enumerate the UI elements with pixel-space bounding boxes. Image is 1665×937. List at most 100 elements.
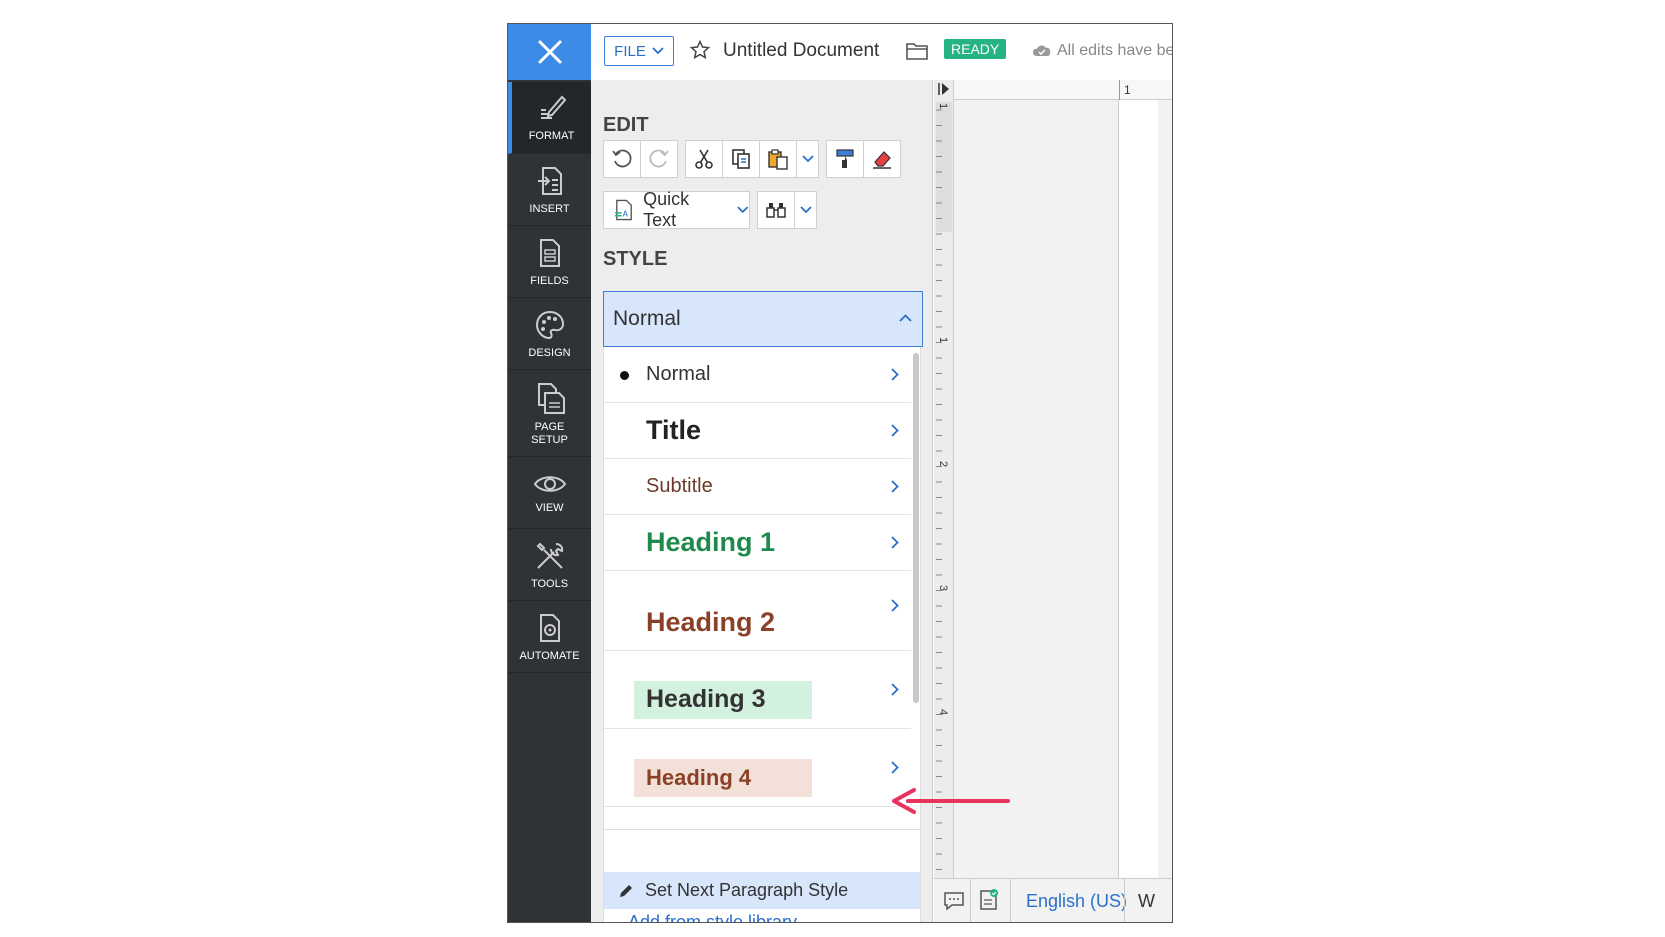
redo-icon bbox=[649, 149, 669, 168]
insert-icon bbox=[537, 166, 562, 195]
find-button[interactable] bbox=[757, 191, 795, 229]
paste-icon bbox=[768, 149, 788, 170]
tools-icon bbox=[536, 542, 563, 569]
sidebar-item-fields[interactable]: FIELDS bbox=[508, 227, 591, 298]
automate-icon bbox=[539, 613, 560, 642]
close-icon bbox=[538, 40, 561, 64]
add-from-style-library-link[interactable]: Add from style library bbox=[628, 912, 797, 922]
quick-text-button[interactable]: A Quick Text bbox=[603, 189, 750, 230]
sidebar: FORMAT INSERT FIELDS DESIGN PAGE SETUP V… bbox=[508, 24, 591, 922]
sidebar-item-label: FIELDS bbox=[530, 274, 569, 287]
horizontal-ruler: 1 bbox=[954, 80, 1172, 100]
word-count-truncated[interactable]: W bbox=[1138, 891, 1155, 912]
style-select-value: Normal bbox=[613, 307, 681, 330]
chevron-right-icon bbox=[891, 480, 899, 493]
ruler-ticks bbox=[936, 109, 942, 870]
sidebar-item-label: VIEW bbox=[535, 501, 564, 514]
app-window: FORMAT INSERT FIELDS DESIGN PAGE SETUP V… bbox=[507, 23, 1173, 923]
paste-options-dropdown[interactable] bbox=[796, 140, 819, 178]
pencil-icon bbox=[620, 884, 632, 897]
sidebar-item-label: PAGE SETUP bbox=[531, 420, 568, 446]
style-item-label: Title bbox=[646, 415, 702, 445]
sidebar-item-label: INSERT bbox=[529, 202, 570, 215]
document-page[interactable] bbox=[1118, 100, 1158, 878]
style-item-title[interactable]: Title bbox=[604, 403, 911, 459]
style-item-normal[interactable]: Normal bbox=[604, 347, 911, 403]
find-options-dropdown[interactable] bbox=[794, 191, 817, 229]
sidebar-item-automate[interactable]: AUTOMATE bbox=[508, 602, 591, 673]
annotation-arrow bbox=[892, 788, 1010, 814]
style-item-label: Normal bbox=[646, 363, 711, 385]
cut-button[interactable] bbox=[685, 140, 723, 178]
chevron-down-icon bbox=[801, 155, 814, 163]
document-canvas[interactable] bbox=[954, 100, 1172, 878]
document-title[interactable]: Untitled Document bbox=[723, 40, 879, 62]
vertical-ruler: 1 1 2 3 4 bbox=[934, 80, 954, 880]
eye-icon bbox=[533, 475, 566, 492]
sidebar-item-design[interactable]: DESIGN bbox=[508, 299, 591, 370]
style-select[interactable]: Normal bbox=[603, 291, 923, 347]
style-item-heading-1[interactable]: Heading 1 bbox=[604, 515, 911, 571]
style-item-label: Heading 2 bbox=[646, 607, 776, 637]
svg-text:A: A bbox=[623, 210, 629, 219]
format-panel: EDIT A Quick Text STYLE Normal Normal Ti… bbox=[591, 80, 933, 922]
save-status: All edits have be bbox=[1057, 42, 1173, 59]
sidebar-item-format[interactable]: FORMAT bbox=[508, 82, 591, 154]
sidebar-item-insert[interactable]: INSERT bbox=[508, 155, 591, 226]
style-item-label: Heading 3 bbox=[646, 685, 766, 713]
style-list-scrollbar[interactable] bbox=[913, 353, 919, 703]
sidebar-item-tools[interactable]: TOOLS bbox=[508, 530, 591, 601]
chevron-down-icon bbox=[652, 47, 664, 55]
set-next-paragraph-style-label: Set Next Paragraph Style bbox=[645, 880, 849, 900]
paste-button[interactable] bbox=[759, 140, 797, 178]
chevron-right-icon bbox=[891, 683, 899, 696]
chevron-right-icon bbox=[891, 761, 899, 774]
chevron-down-icon bbox=[737, 206, 749, 214]
style-item-label: Heading 4 bbox=[646, 765, 752, 790]
binoculars-icon bbox=[766, 203, 786, 218]
scissors-icon bbox=[695, 149, 713, 169]
sidebar-item-view[interactable]: VIEW bbox=[508, 458, 591, 529]
style-item-heading-4[interactable]: Heading 4 bbox=[604, 729, 911, 807]
style-item-heading-2[interactable]: Heading 2 bbox=[604, 571, 911, 651]
chevron-right-icon bbox=[891, 424, 899, 437]
sidebar-item-label: AUTOMATE bbox=[519, 649, 580, 662]
status-bar: English (US) W bbox=[934, 878, 1172, 922]
ruler-tick bbox=[1119, 80, 1120, 100]
style-item-heading-3[interactable]: Heading 3 bbox=[604, 651, 911, 729]
divider bbox=[604, 829, 920, 830]
clear-formatting-button[interactable] bbox=[863, 140, 901, 178]
chevron-up-icon bbox=[899, 314, 912, 322]
selected-dot-icon bbox=[620, 371, 629, 380]
fields-icon bbox=[539, 238, 560, 267]
top-bar: FILE Untitled Document READY All edits h… bbox=[591, 24, 1172, 80]
language-selector[interactable]: English (US) bbox=[1026, 891, 1127, 912]
ruler-mark: 1 bbox=[1124, 83, 1131, 97]
copy-button[interactable] bbox=[722, 140, 760, 178]
paint-roller-icon bbox=[836, 149, 854, 168]
close-button[interactable] bbox=[508, 24, 591, 80]
folder-icon[interactable] bbox=[905, 41, 929, 61]
sidebar-item-page-setup[interactable]: PAGE SETUP bbox=[508, 371, 591, 457]
comment-icon[interactable] bbox=[942, 890, 966, 912]
cloud-check-icon bbox=[1033, 45, 1051, 56]
chevron-right-icon bbox=[891, 536, 899, 549]
quick-text-label: Quick Text bbox=[643, 189, 690, 230]
sidebar-item-label: FORMAT bbox=[528, 130, 575, 142]
edit-section-title: EDIT bbox=[603, 114, 649, 136]
file-menu-button[interactable]: FILE bbox=[604, 36, 674, 66]
style-item-subtitle[interactable]: Subtitle bbox=[604, 459, 911, 515]
star-icon[interactable] bbox=[690, 40, 710, 60]
quick-text-icon: A bbox=[614, 199, 632, 221]
format-icon bbox=[540, 95, 566, 119]
format-painter-button[interactable] bbox=[826, 140, 864, 178]
spellcheck-icon[interactable] bbox=[978, 888, 1000, 912]
page-setup-icon bbox=[537, 382, 565, 414]
copy-icon bbox=[732, 149, 750, 169]
style-dropdown-list: Normal Title Subtitle Heading 1 Heading … bbox=[603, 347, 921, 922]
redo-button[interactable] bbox=[640, 140, 678, 178]
status-badge: READY bbox=[944, 39, 1007, 59]
undo-button[interactable] bbox=[603, 140, 641, 178]
chevron-down-icon bbox=[799, 206, 812, 214]
set-next-paragraph-style-button[interactable]: Set Next Paragraph Style bbox=[604, 872, 920, 909]
